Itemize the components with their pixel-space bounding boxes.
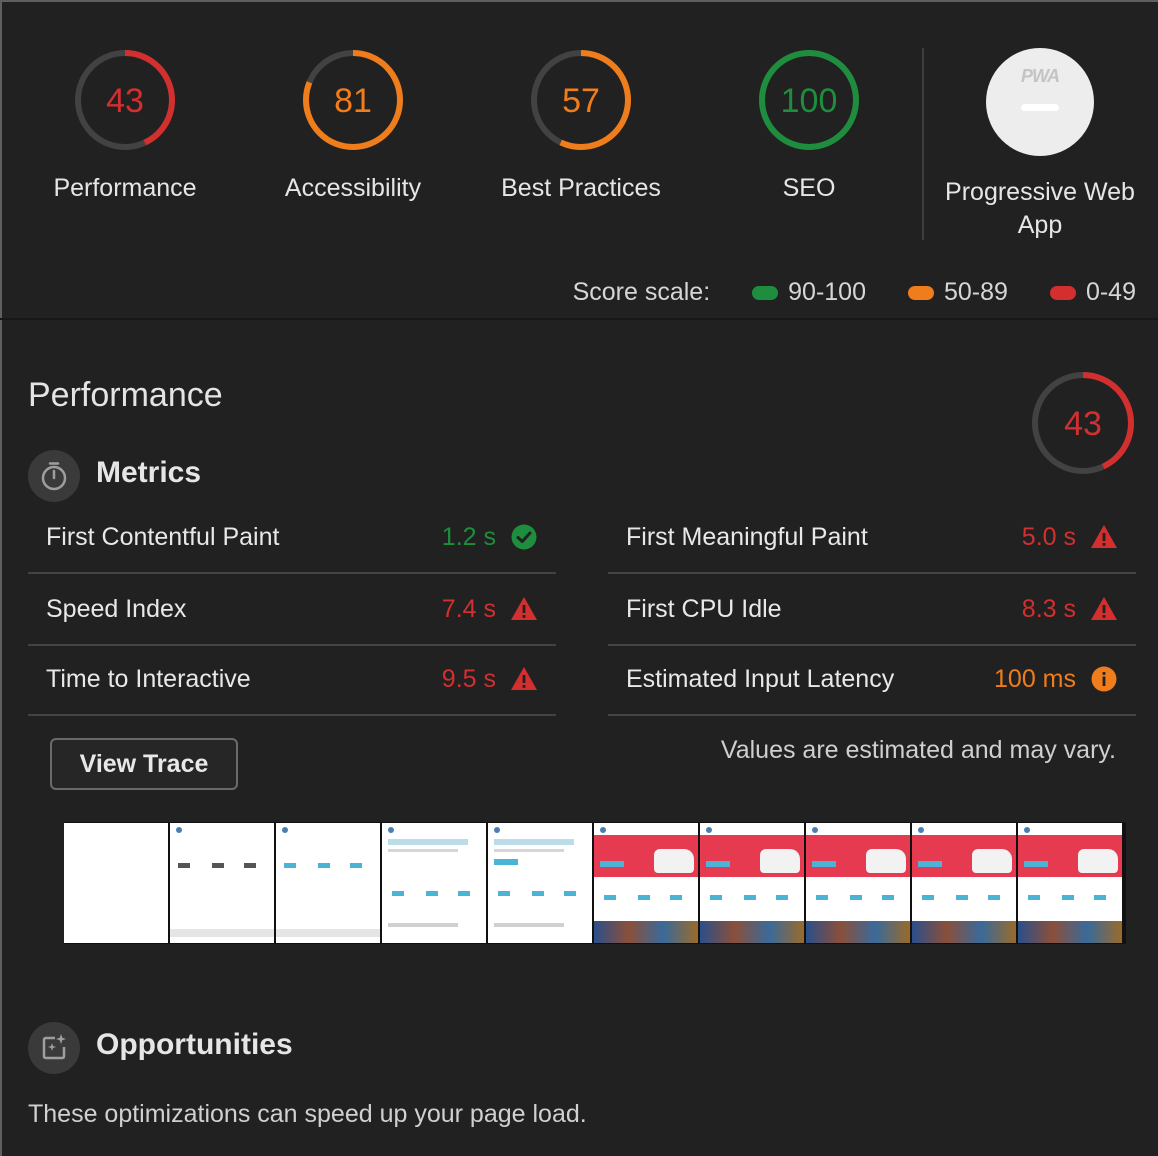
scale-pill-fail <box>1049 285 1076 300</box>
scale-pill-pass <box>752 285 779 300</box>
metric-value: 8.3 s <box>1021 594 1076 623</box>
metrics-title: Metrics <box>96 456 202 489</box>
scale-pill-average <box>908 285 934 300</box>
opportunities-title: Opportunities <box>96 1028 293 1061</box>
filmstrip-frame <box>276 822 380 944</box>
warning-triangle-icon <box>511 667 537 690</box>
opportunities-icon <box>28 1022 80 1074</box>
gauge-ring: 100 <box>759 50 859 150</box>
gauge-ring: 57 <box>531 50 631 150</box>
filmstrip-frame <box>700 822 804 944</box>
stopwatch-icon <box>28 450 80 502</box>
estimate-note: Values are estimated and may vary. <box>720 736 1116 764</box>
gauge-score: 43 <box>106 82 144 120</box>
metric-estimated-input-latency: Estimated Input Latency 100 ms <box>608 644 1136 716</box>
gauge-label: Best Practices <box>501 174 661 202</box>
warning-triangle-icon <box>1091 525 1117 548</box>
metric-name: First CPU Idle <box>626 594 782 623</box>
view-trace-button[interactable]: View Trace <box>50 738 238 790</box>
gauge-label: Performance <box>53 174 197 202</box>
gauge-ring: 81 <box>303 50 403 150</box>
metric-value: 100 ms <box>994 664 1076 693</box>
opportunities-description: These optimizations can speed up your pa… <box>28 1100 587 1128</box>
metric-name: First Contentful Paint <box>46 522 280 551</box>
metric-value: 5.0 s <box>1021 522 1076 551</box>
metric-time-to-interactive: Time to Interactive 9.5 s <box>28 644 556 716</box>
gauge-best-practices[interactable]: 57 Best Practices <box>471 48 691 204</box>
performance-gauge: 43 <box>1030 370 1136 481</box>
pwa-dash <box>1021 104 1059 111</box>
score-scale: Score scale: 90-100 50-89 0-49 <box>573 278 1136 307</box>
metric-name: Time to Interactive <box>46 664 251 693</box>
scale-range-fail: 0-49 <box>1085 278 1136 306</box>
filmstrip-frame <box>806 822 910 944</box>
gauge-ring: 43 <box>1032 372 1134 474</box>
metric-name: First Meaningful Paint <box>626 522 868 551</box>
pwa-label-line2: App <box>1017 211 1063 239</box>
pwa-label-line1: Progressive Web <box>945 178 1135 206</box>
scale-range-average: 50-89 <box>944 278 1008 306</box>
filmstrip-frame <box>64 822 168 944</box>
gauge-label: SEO <box>782 174 836 202</box>
metric-value: 1.2 s <box>441 522 496 551</box>
gauge-score: 57 <box>562 82 600 120</box>
score-scale-label: Score scale: <box>572 278 711 306</box>
filmstrip-frame <box>594 822 698 944</box>
gauge-score: 43 <box>1064 405 1102 443</box>
gauge-accessibility[interactable]: 81 Accessibility <box>243 48 463 204</box>
metric-first-contentful-paint: First Contentful Paint 1.2 s <box>28 502 556 574</box>
filmstrip-frame <box>912 822 1016 944</box>
scale-range-pass: 90-100 <box>788 278 866 306</box>
filmstrip-frame <box>382 822 486 944</box>
metric-first-meaningful-paint: First Meaningful Paint 5.0 s <box>608 502 1136 574</box>
filmstrip-frame <box>1018 822 1122 944</box>
gauge-seo[interactable]: 100 SEO <box>699 48 919 204</box>
metric-name: Estimated Input Latency <box>626 664 895 693</box>
warning-triangle-icon <box>511 597 537 620</box>
gauge-ring: 43 <box>75 50 175 150</box>
gauge-score: 100 <box>781 82 838 120</box>
pass-check-icon <box>511 524 537 550</box>
metric-value: 7.4 s <box>441 594 496 623</box>
section-title: Performance <box>28 376 223 414</box>
pwa-badge-text: PWA <box>1020 66 1060 86</box>
filmstrip-frame <box>170 822 274 944</box>
header-divider <box>0 318 1158 320</box>
gauge-performance[interactable]: 43 Performance <box>15 48 235 204</box>
gauge-label: Progressive Web App <box>930 176 1150 242</box>
metric-value: 9.5 s <box>441 664 496 693</box>
info-icon <box>1091 666 1117 692</box>
gauge-label: Accessibility <box>284 174 422 202</box>
warning-triangle-icon <box>1091 597 1117 620</box>
metric-name: Speed Index <box>46 594 187 623</box>
gauge-pwa[interactable]: PWA Progressive Web App <box>930 48 1150 242</box>
metric-speed-index: Speed Index 7.4 s <box>28 574 556 646</box>
filmstrip-frame <box>488 822 592 944</box>
pwa-badge-icon: PWA <box>986 48 1094 156</box>
gauge-score: 81 <box>334 82 372 120</box>
filmstrip <box>64 822 1126 944</box>
metric-first-cpu-idle: First CPU Idle 8.3 s <box>608 574 1136 646</box>
gauge-divider <box>922 48 924 240</box>
